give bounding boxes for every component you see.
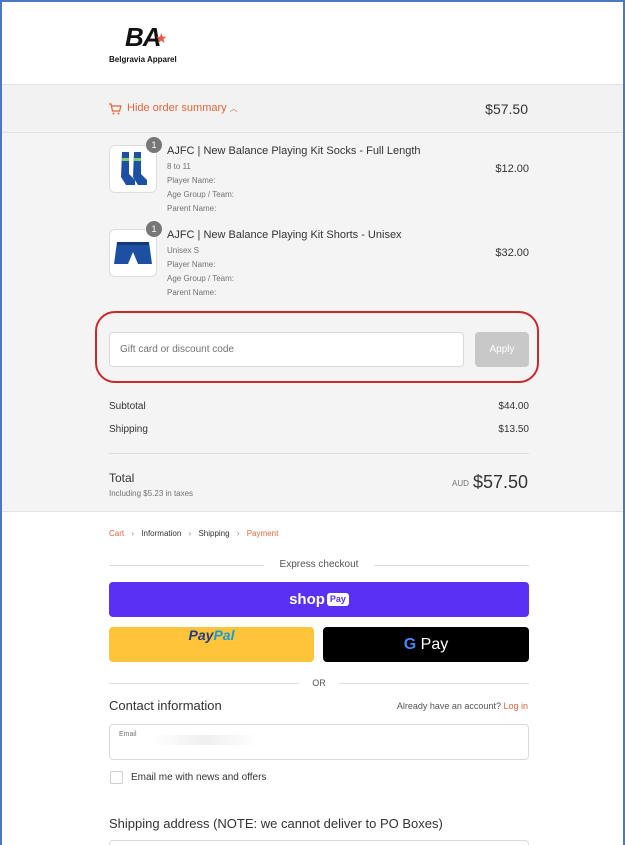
contact-heading: Contact information [109,698,222,713]
chevron-up-icon: ︿ [229,104,238,113]
or-label: OR [312,678,326,688]
shop-pay-button[interactable]: shop Pay [109,582,529,617]
item-title: AJFC | New Balance Playing Kit Socks - F… [167,145,421,157]
breadcrumb-cart[interactable]: Cart [109,529,124,538]
item-price: $32.00 [495,247,529,259]
account-prompt: Already have an account? Log in [397,701,528,711]
subtotal-label: Subtotal [109,401,146,412]
express-checkout-label: Express checkout [279,559,359,570]
email-field[interactable]: Email [109,724,529,760]
toggle-label[interactable]: Hide order summary ︿ [127,102,238,114]
paypal-logo-part1: Pay [188,627,214,643]
paypal-button[interactable]: PayPal [109,627,314,662]
cart-icon [109,103,122,115]
item-parent: Parent Name: [167,288,217,297]
breadcrumb-payment: Payment [246,529,279,538]
item-parent: Parent Name: [167,204,217,213]
item-variant: 8 to 11 [167,162,191,171]
subtotal-value: $44.00 [498,401,529,412]
email-value-redacted [150,735,260,745]
logo-text: Belgravia Apparel [109,55,177,64]
google-g-icon: G [403,636,417,653]
item-player: Player Name: [167,176,216,185]
item-variant: Unisex S [167,246,200,255]
total-value: $57.50 [472,472,528,492]
order-summary-toggle[interactable]: Hide order summary ︿ $57.50 [2,85,623,133]
discount-row: Gift card or discount code Apply [109,332,529,368]
summary-total: $57.50 [485,101,528,117]
chevron-right-icon: › [131,529,135,538]
chevron-right-icon: › [188,529,192,538]
header: BA ★ Belgravia Apparel [2,2,623,84]
socks-image [121,152,147,185]
chevron-right-icon: › [236,529,240,538]
account-question: Already have an account? [396,701,501,711]
list-item: 1 AJFC | New Balance Playing Kit Shorts … [109,221,529,301]
shipping-label: Shipping [109,424,148,435]
breadcrumb: Cart › Information › Shipping › Payment [109,529,278,538]
list-item: 1 AJFC | New Balance Playing Kit Socks -… [109,137,529,217]
subtotal-row: Subtotal $44.00 [109,401,529,412]
google-pay-button[interactable]: G Pay [323,627,529,662]
shipping-address-heading: Shipping address (NOTE: we cannot delive… [109,816,443,831]
newsletter-label[interactable]: Email me with news and offers [131,772,266,783]
breadcrumb-information: Information [141,529,182,538]
apply-button[interactable]: Apply [475,332,529,367]
login-link[interactable]: Log in [503,701,528,711]
google-pay-label: Pay [416,636,449,653]
email-label: Email [119,731,137,738]
shop-pay-logo: shop [289,591,325,608]
order-summary: Hide order summary ︿ $57.50 1 AJFC | New … [2,84,623,512]
breadcrumb-shipping: Shipping [198,529,230,538]
paypal-logo-part2: Pal [213,627,235,643]
total-amount: AUD $57.50 [452,472,528,493]
express-checkout-heading: Express checkout [109,558,529,572]
shipping-row: Shipping $13.50 [109,424,529,435]
newsletter-checkbox[interactable] [110,771,123,784]
discount-code-input[interactable]: Gift card or discount code [109,332,464,367]
brand-logo[interactable]: BA ★ Belgravia Apparel [109,22,229,70]
item-price: $12.00 [495,163,529,175]
item-age-group: Age Group / Team: [167,190,234,199]
shop-pay-badge: Pay [326,593,349,606]
item-title: AJFC | New Balance Playing Kit Shorts - … [167,229,402,241]
shorts-image [114,242,152,264]
tax-note: Including $5.23 in taxes [109,489,194,498]
or-separator: OR [109,677,529,691]
checkout-page: BA ★ Belgravia Apparel Hide order summar… [0,0,625,845]
shipping-value: $13.50 [498,424,529,435]
shipping-address-field[interactable] [109,840,529,845]
divider [109,453,529,454]
currency-code: AUD [452,479,469,488]
item-age-group: Age Group / Team: [167,274,234,283]
star-icon: ★ [155,30,168,46]
total-label: Total [109,471,135,485]
quantity-badge: 1 [146,221,162,237]
item-player: Player Name: [167,260,216,269]
quantity-badge: 1 [146,137,162,153]
